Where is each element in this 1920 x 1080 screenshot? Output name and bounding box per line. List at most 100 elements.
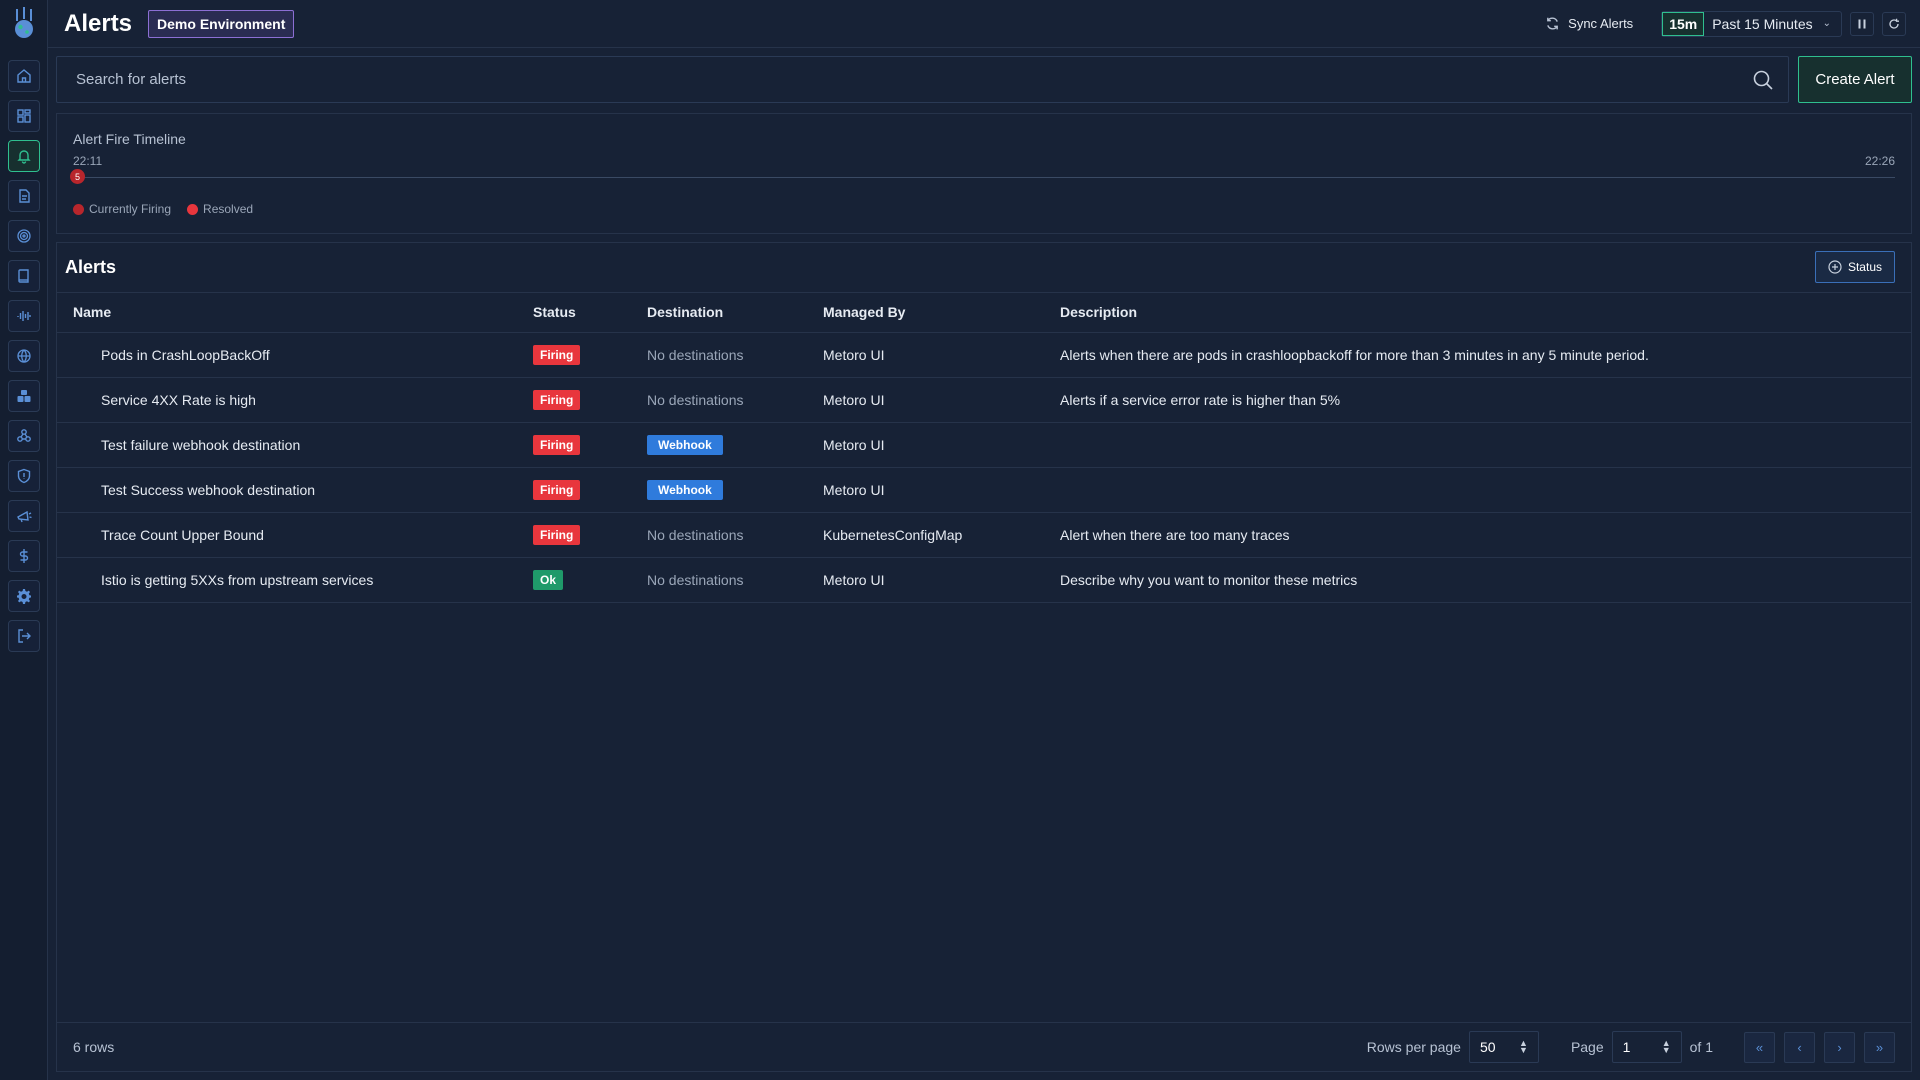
alert-description: Alerts if a service error rate is higher… <box>1060 377 1911 423</box>
globe-icon <box>16 349 31 363</box>
timeline-title: Alert Fire Timeline <box>73 131 186 147</box>
next-page-button[interactable]: › <box>1824 1031 1855 1063</box>
column-header-description[interactable]: Description <box>1060 293 1911 333</box>
table-row[interactable]: Test failure webhook destination Firing We… <box>57 422 1911 468</box>
top-bar: Alerts Demo Environment Sync Alerts 15m … <box>48 0 1920 48</box>
last-page-button[interactable]: » <box>1864 1031 1895 1063</box>
environment-badge[interactable]: Demo Environment <box>148 9 295 38</box>
shield-icon <box>17 468 30 484</box>
status-badge: Firing <box>533 434 581 455</box>
status-badge: Firing <box>533 389 581 410</box>
sidebar-item-logs[interactable] <box>7 180 40 212</box>
refresh-button[interactable] <box>1882 11 1906 36</box>
alert-destination-cell: No destinations <box>647 512 823 558</box>
time-range-label: Past 15 Minutes ⌄ <box>1704 16 1841 32</box>
table-row[interactable]: Trace Count Upper Bound Firing No destinat… <box>57 512 1911 558</box>
alerts-table-body: Pods in CrashLoopBackOff Firing No destina… <box>57 332 1911 603</box>
timeline-fire-marker[interactable]: 5 <box>70 169 85 184</box>
sync-alerts-button[interactable]: Sync Alerts <box>1545 16 1633 31</box>
sidebar-item-profiling[interactable] <box>7 220 40 252</box>
previous-page-button[interactable]: ‹ <box>1784 1031 1815 1063</box>
destination-text: No destinations <box>647 346 744 363</box>
table-row[interactable]: Pods in CrashLoopBackOff Firing No destina… <box>57 332 1911 378</box>
bell-icon <box>16 150 31 164</box>
sidebar-item-services[interactable] <box>7 340 40 372</box>
column-header-destination[interactable]: Destination <box>647 293 823 333</box>
rows-per-page-label: Rows per page <box>1366 1039 1461 1055</box>
metoro-logo-icon[interactable] <box>0 0 48 48</box>
sidebar-item-settings[interactable] <box>7 580 40 612</box>
sidebar-item-logout[interactable] <box>7 620 40 652</box>
first-page-button[interactable]: « <box>1744 1031 1775 1063</box>
sidebar-item-infrastructure[interactable] <box>7 380 40 412</box>
alert-status-cell: Firing <box>533 332 647 378</box>
page-select[interactable]: 1 ▲ ▼ <box>1611 1031 1682 1063</box>
alert-description: Alerts when there are pods in crashloopb… <box>1060 332 1911 378</box>
sidebar-item-home[interactable] <box>7 60 40 92</box>
alert-managed-by: Metoro UI <box>823 557 1060 603</box>
alert-managed-by: KubernetesConfigMap <box>823 512 1060 558</box>
alerts-panel-title: Alerts <box>65 257 117 277</box>
sidebar-item-security[interactable] <box>7 460 40 492</box>
legend-currently-firing: Currently Firing <box>73 202 171 216</box>
page-title: Alerts <box>64 9 133 37</box>
status-badge: Firing <box>533 479 581 500</box>
plus-circle-icon <box>1828 260 1842 274</box>
legend-resolved: Resolved <box>187 202 253 216</box>
updown-chevron-icon: ▲ ▼ <box>1519 1038 1528 1055</box>
pause-button[interactable] <box>1850 11 1874 36</box>
timeline-axis <box>73 177 1895 178</box>
status-badge: Firing <box>533 524 581 545</box>
alert-status-cell: Ok <box>533 557 647 603</box>
status-filter-label: Status <box>1847 260 1882 274</box>
sidebar <box>0 0 48 1080</box>
alert-destination-cell: No destinations <box>647 377 823 423</box>
book-icon <box>17 269 29 283</box>
sidebar-item-alerts[interactable] <box>7 140 40 172</box>
sidebar-item-dashboards[interactable] <box>7 100 40 132</box>
alert-fire-timeline: Alert Fire Timeline 22:11 22:26 5 Curren… <box>56 113 1912 234</box>
column-header-managed-by[interactable]: Managed By <box>823 293 1060 333</box>
search-icon[interactable] <box>1752 69 1774 91</box>
search-bar <box>56 56 1789 103</box>
sync-alerts-label: Sync Alerts <box>1568 16 1634 31</box>
alert-description <box>1060 422 1911 468</box>
time-range-picker[interactable]: 15m Past 15 Minutes ⌄ <box>1661 10 1842 37</box>
column-header-status[interactable]: Status <box>533 293 647 333</box>
pagination: Rows per page 50 ▲ ▼ Page 1 ▲ ▼ of 1 « ‹ ›… <box>1367 1031 1895 1063</box>
legend-dot-currently-firing <box>73 203 84 215</box>
alert-name: Test Success webhook destination <box>57 467 533 513</box>
alert-destination-cell: Webhook <box>647 422 823 468</box>
sidebar-item-docs[interactable] <box>7 260 40 292</box>
time-range-text: Past 15 Minutes <box>1712 15 1813 32</box>
alert-managed-by: Metoro UI <box>823 467 1060 513</box>
rows-per-page-value: 50 <box>1479 1039 1496 1055</box>
legend-label: Resolved <box>203 202 254 216</box>
chevron-right-icon: › <box>1837 1039 1842 1055</box>
alert-status-cell: Firing <box>533 512 647 558</box>
cluster-icon <box>17 390 30 402</box>
table-header-row: Name Status Destination Managed By Descr… <box>57 293 1911 333</box>
table-row[interactable]: Test Success webhook destination Firing We… <box>57 467 1911 513</box>
table-row[interactable]: Istio is getting 5XXs from upstream serv… <box>57 557 1911 603</box>
destination-text: No destinations <box>647 526 744 543</box>
table-footer: 6 rows Rows per page 50 ▲ ▼ Page 1 ▲ ▼ of … <box>57 1022 1911 1071</box>
alert-description: Describe why you want to monitor these m… <box>1060 557 1911 603</box>
sidebar-item-topology[interactable] <box>7 420 40 452</box>
create-alert-button[interactable]: Create Alert <box>1798 56 1912 103</box>
column-header-name[interactable]: Name <box>57 293 533 333</box>
table-row[interactable]: Service 4XX Rate is high Firing No destina… <box>57 377 1911 423</box>
sidebar-item-cost[interactable] <box>7 540 40 572</box>
alert-status-cell: Firing <box>533 377 647 423</box>
chevron-down-icon: ⌄ <box>1822 18 1831 29</box>
status-filter-button[interactable]: Status <box>1814 251 1895 283</box>
status-badge: Ok <box>533 569 564 590</box>
sidebar-item-metrics[interactable] <box>7 300 40 332</box>
destination-text: No destinations <box>647 391 744 408</box>
search-input[interactable] <box>57 71 1752 88</box>
alert-name: Istio is getting 5XXs from upstream serv… <box>57 557 533 603</box>
alert-name: Test failure webhook destination <box>57 422 533 468</box>
waveform-icon <box>16 311 31 321</box>
rows-per-page-select[interactable]: 50 ▲ ▼ <box>1468 1031 1539 1063</box>
sidebar-item-deployments[interactable] <box>7 500 40 532</box>
